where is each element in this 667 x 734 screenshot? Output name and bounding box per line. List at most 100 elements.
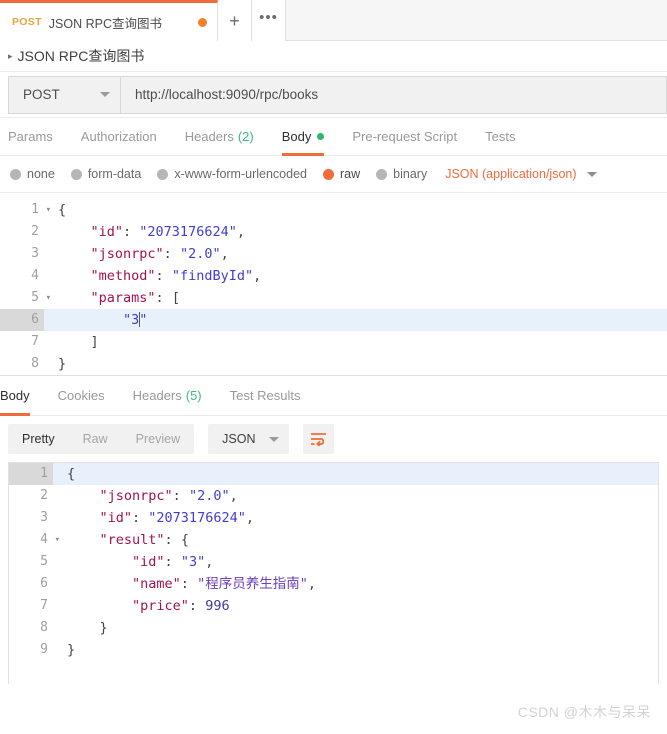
code-text: "id": "2073176624", [53, 507, 658, 529]
body-type-radio-raw[interactable]: raw [323, 167, 360, 181]
http-method-select[interactable]: POST [8, 75, 120, 114]
url-bar: POST http://localhost:9090/rpc/books [0, 72, 667, 118]
radio-icon [157, 168, 169, 180]
request-code-line[interactable]: 4 "method": "findById", [0, 265, 667, 287]
line-number: 7 [9, 595, 53, 617]
code-token: { [67, 466, 76, 482]
code-token: "2073176624" [148, 510, 246, 526]
request-tab-tests[interactable]: Tests [471, 118, 529, 155]
response-code-line[interactable]: 8 } [9, 617, 658, 639]
request-code-line[interactable]: 8} [0, 353, 667, 375]
request-tab-params[interactable]: Params [8, 118, 67, 155]
response-code-line[interactable]: 2 "jsonrpc": "2.0", [9, 485, 658, 507]
body-type-radio-form-data[interactable]: form-data [70, 167, 141, 181]
body-type-radio-x-www-form-urlencoded[interactable]: x-www-form-urlencoded [157, 167, 307, 181]
body-type-label: raw [340, 167, 361, 181]
code-token: "id" [58, 224, 124, 240]
request-body-editor[interactable]: 1 ▾{2 "id": "2073176624", 3 "jsonrpc": "2.… [0, 193, 667, 375]
response-view-switcher: Pretty Raw Preview [8, 424, 195, 454]
line-number: 2 [0, 221, 44, 243]
line-number: 3 [9, 507, 53, 529]
code-text: } [53, 617, 658, 639]
request-tab-json-rpc[interactable]: POST JSON RPC查询图书 [0, 0, 218, 41]
code-token: : [163, 246, 180, 262]
tab-label: Body [281, 129, 312, 144]
new-tab-button[interactable]: + [218, 0, 252, 41]
response-view-raw[interactable]: Raw [69, 424, 122, 454]
code-token: : [164, 532, 181, 548]
content-type-select[interactable]: JSON (application/json) [445, 167, 597, 181]
response-body-editor[interactable]: 1▾ {2 "jsonrpc": "2.0",3 "id": "207317662… [9, 463, 658, 661]
radio-icon [70, 168, 82, 180]
code-token: : [132, 510, 149, 526]
code-text: "jsonrpc": "2.0", [53, 485, 658, 507]
response-body-panel[interactable]: 1▾ {2 "jsonrpc": "2.0",3 "id": "207317662… [8, 462, 659, 684]
code-token: [ [171, 290, 180, 306]
response-tab-headers[interactable]: Headers (5) [119, 376, 216, 415]
code-token: "程序员养生指南" [197, 576, 308, 592]
request-code-line[interactable]: 2 "id": "2073176624", [0, 221, 667, 243]
response-code-line[interactable]: 1▾ { [9, 463, 658, 485]
chevron-down-icon [100, 92, 110, 97]
tab-label: Cookies [57, 388, 105, 403]
response-view-preview[interactable]: Preview [122, 424, 194, 454]
response-code-line[interactable]: 5 "id": "3", [9, 551, 658, 573]
tab-label: Headers [184, 129, 234, 144]
breadcrumb-expand-icon[interactable]: ▸ [8, 51, 13, 62]
tab-label: Params [8, 129, 53, 144]
code-token: "price" [67, 598, 189, 614]
body-type-radio-binary[interactable]: binary [376, 167, 427, 181]
response-tab-test-results[interactable]: Test Results [216, 376, 315, 415]
http-method-label: POST [23, 87, 60, 102]
tab-method-label: POST [12, 16, 42, 28]
response-code-line[interactable]: 6 "name": "程序员养生指南", [9, 573, 658, 595]
body-type-label: none [27, 167, 55, 181]
response-tab-cookies[interactable]: Cookies [44, 376, 119, 415]
word-wrap-icon [311, 433, 327, 446]
request-code-line[interactable]: 3 "jsonrpc": "2.0", [0, 243, 667, 265]
code-text: "name": "程序员养生指南", [53, 573, 658, 595]
request-tab-headers[interactable]: Headers (2) [171, 118, 268, 155]
request-code-line[interactable]: 6 "3" [0, 309, 667, 331]
body-type-label: binary [393, 167, 428, 181]
body-present-dot-icon [317, 133, 325, 140]
code-text: } [53, 639, 658, 661]
response-section-tabs: Body Cookies Headers (5) Test Results [0, 376, 667, 416]
request-tab-body[interactable]: Body [268, 118, 339, 156]
code-token: "jsonrpc" [58, 246, 164, 262]
code-text: "3" [44, 309, 667, 331]
response-format-label: JSON [222, 432, 256, 446]
response-code-line[interactable]: 4 ▾ "result": { [9, 529, 658, 551]
line-number: 1▾ [9, 463, 60, 485]
line-number: 4 [0, 265, 44, 287]
code-token: : [164, 554, 181, 570]
request-code-line[interactable]: 5 ▾ "params": [ [0, 287, 667, 309]
response-code-line[interactable]: 7 "price": 996 [9, 595, 658, 617]
url-input[interactable]: http://localhost:9090/rpc/books [120, 75, 667, 114]
tab-options-button[interactable]: ••• [252, 0, 286, 41]
code-token: : [180, 576, 198, 592]
code-token: : [123, 224, 140, 240]
response-format-select[interactable]: JSON [208, 424, 290, 454]
request-tab-authorization[interactable]: Authorization [67, 118, 171, 155]
response-code-line[interactable]: 3 "id": "2073176624", [9, 507, 658, 529]
content-type-label: JSON (application/json) [445, 167, 577, 181]
response-code-line[interactable]: 9} [9, 639, 658, 661]
request-code-line[interactable]: 7 ] [0, 331, 667, 353]
line-number: 5 ▾ [0, 287, 51, 309]
code-token: " [139, 312, 148, 328]
code-token: "2.0" [179, 246, 221, 262]
response-toolbar: Pretty Raw Preview JSON [0, 416, 667, 462]
response-tab-body[interactable]: Body [0, 376, 44, 416]
code-text: "id": "2073176624", [44, 221, 667, 243]
code-token: } [67, 642, 76, 658]
response-view-pretty[interactable]: Pretty [8, 424, 69, 454]
request-tab-pre-request-script[interactable]: Pre-request Script [338, 118, 471, 155]
code-text: ] [44, 331, 667, 353]
word-wrap-button[interactable] [303, 424, 335, 454]
tab-label: Authorization [80, 129, 157, 144]
request-code-line[interactable]: 1 ▾ { [0, 199, 667, 221]
body-type-radio-none[interactable]: none [10, 167, 55, 181]
watermark-text: CSDN @木木与呆呆 [517, 704, 651, 720]
code-token: "params" [58, 290, 156, 306]
